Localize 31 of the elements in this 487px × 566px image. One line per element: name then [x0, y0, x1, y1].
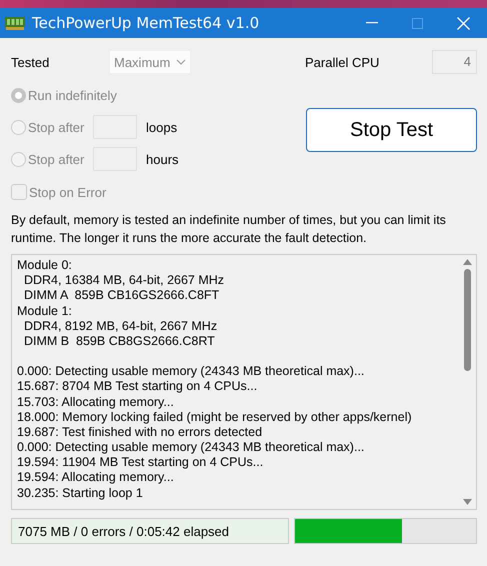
log-line: 19.594: Allocating memory... — [17, 470, 175, 486]
unit-label: hours — [146, 152, 179, 166]
chevron-down-icon — [176, 59, 186, 65]
memory-chip-icon — [4, 15, 26, 31]
log-line: Module 1: — [17, 304, 73, 319]
parallel-cpu-label: Parallel CPU — [305, 54, 380, 70]
log-line: DDR4, 8192 MB, 64-bit, 2667 MHz — [22, 318, 218, 334]
log-line: 19.594: 11904 MB Test starting on 4 CPUs... — [17, 455, 264, 470]
log-line: Module 0: — [17, 258, 73, 274]
log-line: 15.687: 8704 MB Test starting on 4 CPUs... — [17, 379, 258, 394]
log-line: 15.703: Allocating memory... — [17, 394, 175, 410]
minimize-icon[interactable] — [366, 22, 378, 24]
log-line: 19.687: Test finished with no errors detected — [17, 424, 264, 440]
stop-test-button[interactable]: Stop Test — [306, 108, 477, 152]
log-line: DDR4, 16384 MB, 64-bit, 2667 MHz — [22, 273, 226, 288]
log-line: DIMM A 859B CB16GS2666.C8FT — [22, 288, 220, 304]
maximize-icon[interactable] — [412, 18, 423, 28]
scroll-down-icon[interactable] — [463, 499, 472, 505]
unit-label: loops — [146, 120, 178, 134]
window-title: TechPowerUp MemTest64 v1.0 — [32, 14, 260, 32]
log-line: 18.000: Memory locking failed (might be reserved by other apps/kernel) — [17, 410, 413, 425]
log-line: 30.235: Starting loop 1 — [17, 486, 144, 501]
status-text: 7075 MB / 0 errors / 0:05:42 elapsed — [11, 518, 290, 544]
log-line: DIMM B 859B CB8GS2666.C8RT — [22, 334, 216, 350]
scroll-up-icon[interactable] — [463, 259, 472, 265]
close-icon[interactable] — [457, 16, 470, 30]
scrollbar-thumb[interactable] — [464, 269, 471, 371]
tested-label: Tested — [11, 54, 50, 70]
log-line: 0.000: Detecting usable memory (24343 MB theoretical max)... — [17, 364, 366, 380]
log-line: 0.000: Detecting usable memory (24343 MB theoretical max)... — [17, 440, 366, 456]
description-text: By default, memory is tested an indefinite number of times, but you can limit its runtime. The longer it runs the more accurate the fault detection. — [11, 212, 447, 247]
